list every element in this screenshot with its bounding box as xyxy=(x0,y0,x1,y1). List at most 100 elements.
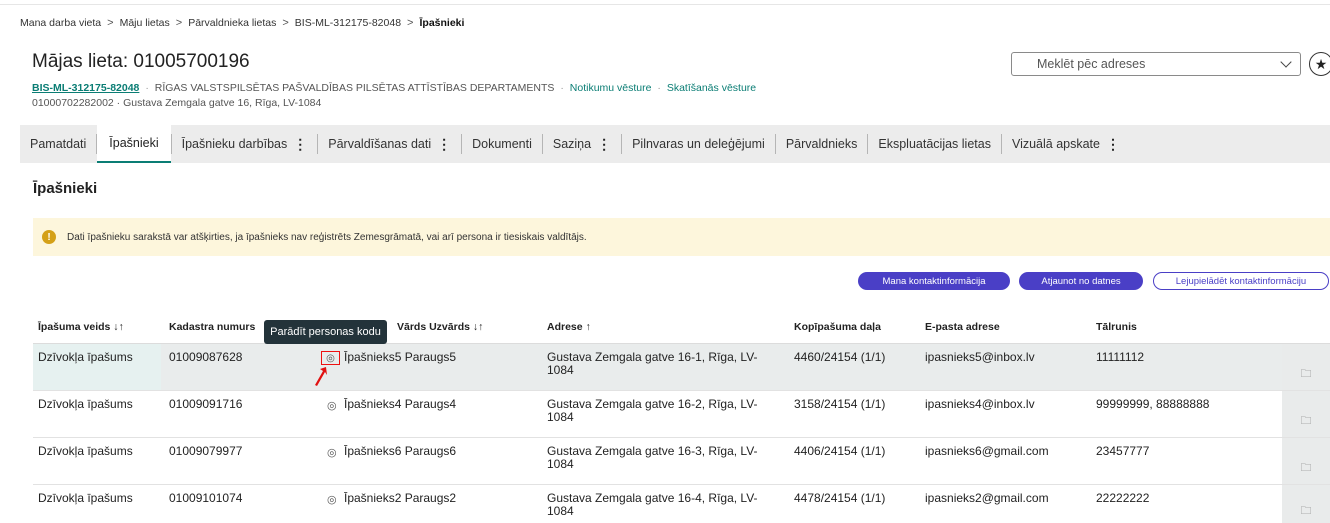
row-actions: 🗀 xyxy=(1282,438,1330,484)
breadcrumb: Mana darba vieta > Māju lietas > Pārvald… xyxy=(20,13,464,33)
view-history-link[interactable]: Skatīšanās vēsture xyxy=(667,82,756,94)
tab-vizuala-apskate[interactable]: Vizuālā apskate ⋮ xyxy=(1002,125,1130,163)
cell-cadastre: 01009079977 xyxy=(169,444,243,458)
col-header-address[interactable]: Adrese ↑ xyxy=(547,321,591,333)
address-line-1: Gustava Zemgala gatve 16-2, Rīga, LV- xyxy=(547,397,758,411)
table-row[interactable]: Dzīvokļa īpašums 01009087628 ◎ Īpašnieks… xyxy=(33,344,1330,391)
address-line-1: Gustava Zemgala gatve 16-3, Rīga, LV- xyxy=(547,444,758,458)
col-header-type[interactable]: Īpašuma veids ↓↑ xyxy=(38,321,124,333)
eye-icon[interactable]: ◎ xyxy=(327,493,337,506)
breadcrumb-item[interactable]: Pārvaldnieka lietas xyxy=(188,17,276,29)
cell-address: Gustava Zemgala gatve 16-3, Rīga, LV- 108… xyxy=(547,445,758,471)
cell-cadastre: 01009101074 xyxy=(169,491,243,505)
row-actions: 🗀 xyxy=(1282,344,1330,390)
favorite-star-button[interactable]: ★ xyxy=(1309,52,1330,76)
meta-separator: · xyxy=(145,82,149,94)
cell-email: ipasnieks6@gmail.com xyxy=(925,444,1049,458)
breadcrumb-separator-icon: > xyxy=(407,17,414,29)
folder-icon[interactable]: 🗀 xyxy=(1301,502,1312,521)
house-address: 01000702282002 · Gustava Zemgala gatve 1… xyxy=(32,97,322,109)
cell-type: Dzīvokļa īpašums xyxy=(38,397,133,411)
folder-icon[interactable]: 🗀 xyxy=(1301,459,1312,478)
cell-name: Īpašnieks5 Paraugs5 xyxy=(344,350,457,364)
address-line-2: 1084 xyxy=(547,457,574,471)
tab-ipasnieku-darbibas[interactable]: Īpašnieku darbības ⋮ xyxy=(172,125,318,163)
tab-label: Saziņa xyxy=(552,137,592,151)
cell-type: Dzīvokļa īpašums xyxy=(38,350,133,364)
meta-separator: · xyxy=(560,82,564,94)
tab-pilnvaras[interactable]: Pilnvaras un deleģējumi xyxy=(622,125,775,163)
star-icon: ★ xyxy=(1314,55,1328,72)
cell-phone: 99999999, 88888888 xyxy=(1096,397,1210,411)
col-header-share: Kopīpašuma daļa xyxy=(794,321,881,333)
cell-share: 4478/24154 (1/1) xyxy=(794,491,886,505)
more-vertical-icon[interactable]: ⋮ xyxy=(597,136,611,153)
cell-email: ipasnieks2@gmail.com xyxy=(925,491,1049,505)
col-header-email: E-pasta adrese xyxy=(925,321,1000,333)
table-row[interactable]: Dzīvokļa īpašums 01009101074 ◎ Īpašnieks… xyxy=(33,485,1330,523)
house-meta: BIS-ML-312175-82048 · RĪGAS VALSTSPILSĒT… xyxy=(32,82,756,94)
cell-address: Gustava Zemgala gatve 16-1, Rīga, LV- 108… xyxy=(547,351,758,377)
tab-dokumenti[interactable]: Dokumenti xyxy=(462,125,542,163)
tab-parvaldisanas-dati[interactable]: Pārvaldīšanas dati ⋮ xyxy=(318,125,461,163)
breadcrumb-current: Īpašnieki xyxy=(419,17,465,29)
search-placeholder: Meklēt pēc adreses xyxy=(1037,57,1146,71)
tab-pamatdati[interactable]: Pamatdati xyxy=(20,125,96,163)
eye-icon[interactable]: ◎ xyxy=(327,446,337,459)
tab-sazina[interactable]: Saziņa ⋮ xyxy=(543,125,621,163)
more-vertical-icon[interactable]: ⋮ xyxy=(1106,136,1120,153)
table-row[interactable]: Dzīvokļa īpašums 01009091716 ◎ Īpašnieks… xyxy=(33,391,1330,438)
my-contacts-button[interactable]: Mana kontaktinformācija xyxy=(858,272,1010,290)
page-title: Mājas lieta: 01005700196 xyxy=(32,51,250,72)
row-actions: 🗀 xyxy=(1282,391,1330,437)
cell-cadastre: 01009087628 xyxy=(169,350,243,364)
tab-bar: Pamatdati Īpašnieki Īpašnieku darbības ⋮ … xyxy=(20,125,1330,163)
cell-phone: 23457777 xyxy=(1096,444,1150,458)
refresh-from-file-button[interactable]: Atjaunot no datnes xyxy=(1019,272,1143,290)
folder-icon[interactable]: 🗀 xyxy=(1301,412,1312,431)
eye-icon[interactable]: ◎ xyxy=(321,351,340,365)
breadcrumb-item[interactable]: Māju lietas xyxy=(120,17,170,29)
cell-phone: 11111112 xyxy=(1096,350,1145,364)
tab-label: Pamatdati xyxy=(30,137,87,151)
tab-label: Dokumenti xyxy=(472,137,532,151)
table-header: Īpašuma veids ↓↑ Kadastra numurs Vārds U… xyxy=(33,311,1330,344)
tab-label: Ekspluatācijas lietas xyxy=(878,137,991,151)
event-history-link[interactable]: Notikumu vēsture xyxy=(570,82,652,94)
tab-label: Pārvaldnieks xyxy=(785,137,858,151)
cell-name: Īpašnieks2 Paraugs2 xyxy=(344,491,457,505)
address-line-1: Gustava Zemgala gatve 16-1, Rīga, LV- xyxy=(547,350,758,364)
annotation-arrow-icon xyxy=(315,367,327,386)
cell-phone: 22222222 xyxy=(1096,491,1150,505)
breadcrumb-item[interactable]: BIS-ML-312175-82048 xyxy=(295,17,401,29)
section-title: Īpašnieki xyxy=(33,180,98,197)
house-header: Mājas lieta: 01005700196 BIS-ML-312175-8… xyxy=(20,38,1330,120)
cell-cadastre: 01009091716 xyxy=(169,397,243,411)
cell-address: Gustava Zemgala gatve 16-2, Rīga, LV- 108… xyxy=(547,398,758,424)
cell-address: Gustava Zemgala gatve 16-4, Rīga, LV- 108… xyxy=(547,492,758,518)
eye-icon[interactable]: ◎ xyxy=(327,399,337,412)
tab-parvaldnieks[interactable]: Pārvaldnieks xyxy=(776,125,868,163)
col-header-name[interactable]: Vārds Uzvārds ↓↑ xyxy=(397,321,483,333)
notice-banner: ! Dati īpašnieku sarakstā var atšķirties… xyxy=(33,218,1330,256)
cell-share: 4406/24154 (1/1) xyxy=(794,444,886,458)
breadcrumb-separator-icon: > xyxy=(282,17,289,29)
chevron-down-icon[interactable] xyxy=(1280,56,1292,68)
cell-name: Īpašnieks6 Paraugs6 xyxy=(344,444,457,458)
download-contacts-button[interactable]: Lejupielādēt kontaktinformāciju xyxy=(1153,272,1329,290)
info-icon: ! xyxy=(42,230,56,244)
more-vertical-icon[interactable]: ⋮ xyxy=(293,136,307,153)
tab-ekspluatacijas-lietas[interactable]: Ekspluatācijas lietas xyxy=(868,125,1001,163)
cell-email: ipasnieks5@inbox.lv xyxy=(925,350,1035,364)
more-vertical-icon[interactable]: ⋮ xyxy=(437,136,451,153)
department-name: RĪGAS VALSTSPILSĒTAS PAŠVALDĪBAS PILSĒTA… xyxy=(154,82,555,94)
folder-icon[interactable]: 🗀 xyxy=(1301,365,1312,384)
tab-label: Īpašnieki xyxy=(109,136,159,150)
address-search-select[interactable]: Meklēt pēc adreses xyxy=(1011,52,1301,76)
table-row[interactable]: Dzīvokļa īpašums 01009079977 ◎ Īpašnieks… xyxy=(33,438,1330,485)
col-header-cadastre[interactable]: Kadastra numurs xyxy=(169,321,255,333)
tab-ipasnieki[interactable]: Īpašnieki xyxy=(97,125,171,163)
house-code-link[interactable]: BIS-ML-312175-82048 xyxy=(32,82,139,94)
breadcrumb-item[interactable]: Mana darba vieta xyxy=(20,17,101,29)
meta-separator: · xyxy=(657,82,661,94)
